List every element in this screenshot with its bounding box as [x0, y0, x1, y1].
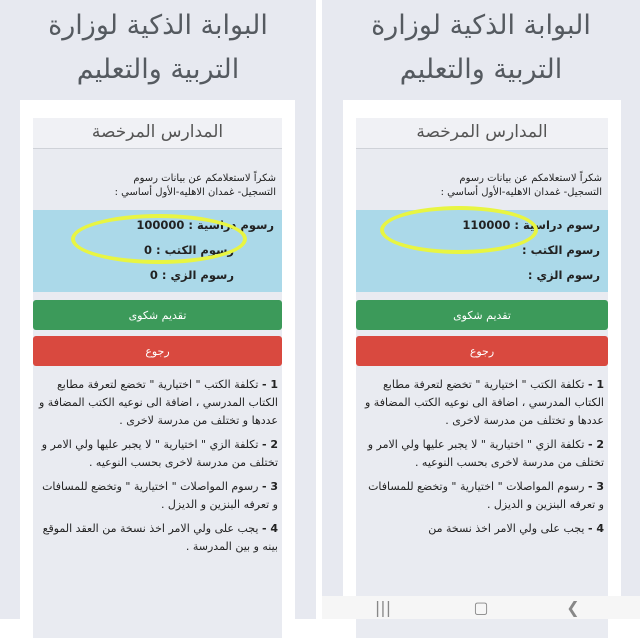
fee-uniform: رسوم الزي : 0: [149, 268, 234, 282]
fees-box: رسوم دراسية : 100000 رسوم الكتب : 0 رسوم…: [33, 210, 282, 292]
fee-books: رسوم الكتب : 0: [143, 243, 234, 257]
licensed-schools-card: المدارس المرخصة شكراً لاستعلامكم عن بيان…: [356, 118, 608, 638]
header-line-2: التربية والتعليم: [399, 54, 563, 85]
portal-header: البوابة الذكية لوزارة التربية والتعليم: [322, 4, 640, 92]
licensed-schools-card: المدارس المرخصة شكراً لاستعلامكم عن بيان…: [33, 118, 282, 638]
intro-line-2: التسجيل- غمدان الاهليه-الأول أساسي :: [440, 187, 602, 198]
home-icon[interactable]: ▢: [466, 598, 496, 618]
fees-box: رسوم دراسية : 110000 رسوم الكتب : رسوم ا…: [356, 210, 608, 292]
header-line-1: البوابة الذكية لوزارة: [48, 10, 268, 41]
card-title: المدارس المرخصة: [33, 118, 282, 149]
fee-uniform: رسوم الزي :: [527, 268, 600, 282]
left-screenshot-panel: البوابة الذكية لوزارة التربية والتعليم ا…: [0, 0, 316, 638]
intro-text: شكراً لاستعلامكم عن بيانات رسوم التسجيل-…: [39, 172, 276, 200]
header-line-1: البوابة الذكية لوزارة: [371, 10, 591, 41]
android-nav-bar: ||| ▢ ❯: [322, 596, 640, 619]
card-title: المدارس المرخصة: [356, 118, 608, 149]
content-frame: المدارس المرخصة شكراً لاستعلامكم عن بيان…: [20, 100, 295, 638]
content-frame: المدارس المرخصة شكراً لاستعلامكم عن بيان…: [343, 100, 621, 638]
portal-header: البوابة الذكية لوزارة التربية والتعليم: [0, 4, 316, 92]
header-line-2: التربية والتعليم: [76, 54, 240, 85]
notes-list: 1 - تكلفة الكتب " اختيارية " تخضع لتعرفة…: [39, 376, 278, 562]
submit-complaint-button[interactable]: تقديم شكوى: [356, 300, 608, 330]
back-button[interactable]: رجوع: [33, 336, 282, 366]
fee-tuition: رسوم دراسية : 110000: [462, 218, 600, 232]
note-item: 4 - يجب على ولي الامر اخذ نسخة من العقد …: [42, 522, 278, 553]
intro-line-2: التسجيل- غمدان الاهليه-الأول أساسي :: [114, 187, 276, 198]
note-item: 2 - تكلفة الزي " اختيارية " لا يجبر عليه…: [367, 438, 604, 469]
intro-text: شكراً لاستعلامكم عن بيانات رسوم التسجيل-…: [362, 172, 602, 200]
back-button[interactable]: رجوع: [356, 336, 608, 366]
note-item: 3 - رسوم المواصلات " اختيارية " وتخضع لل…: [368, 480, 604, 511]
recent-apps-icon[interactable]: |||: [368, 598, 398, 618]
right-screenshot-panel: البوابة الذكية لوزارة التربية والتعليم ا…: [322, 0, 640, 638]
note-item: 2 - تكلفة الزي " اختيارية " لا يجبر عليه…: [41, 438, 278, 469]
note-item: 1 - تكلفة الكتب " اختيارية " تخضع لتعرفة…: [364, 378, 604, 427]
note-item: 4 - يجب على ولي الامر اخذ نسخة من: [428, 522, 604, 535]
back-icon[interactable]: ❯: [558, 598, 588, 618]
fee-tuition: رسوم دراسية : 100000: [136, 218, 274, 232]
intro-line-1: شكراً لاستعلامكم عن بيانات رسوم: [459, 173, 602, 184]
fee-books: رسوم الكتب :: [522, 243, 600, 257]
notes-list: 1 - تكلفة الكتب " اختيارية " تخضع لتعرفة…: [362, 376, 604, 544]
intro-line-1: شكراً لاستعلامكم عن بيانات رسوم: [133, 173, 276, 184]
note-item: 3 - رسوم المواصلات " اختيارية " وتخضع لل…: [42, 480, 278, 511]
note-item: 1 - تكلفة الكتب " اختيارية " تخضع لتعرفة…: [38, 378, 278, 427]
submit-complaint-button[interactable]: تقديم شكوى: [33, 300, 282, 330]
